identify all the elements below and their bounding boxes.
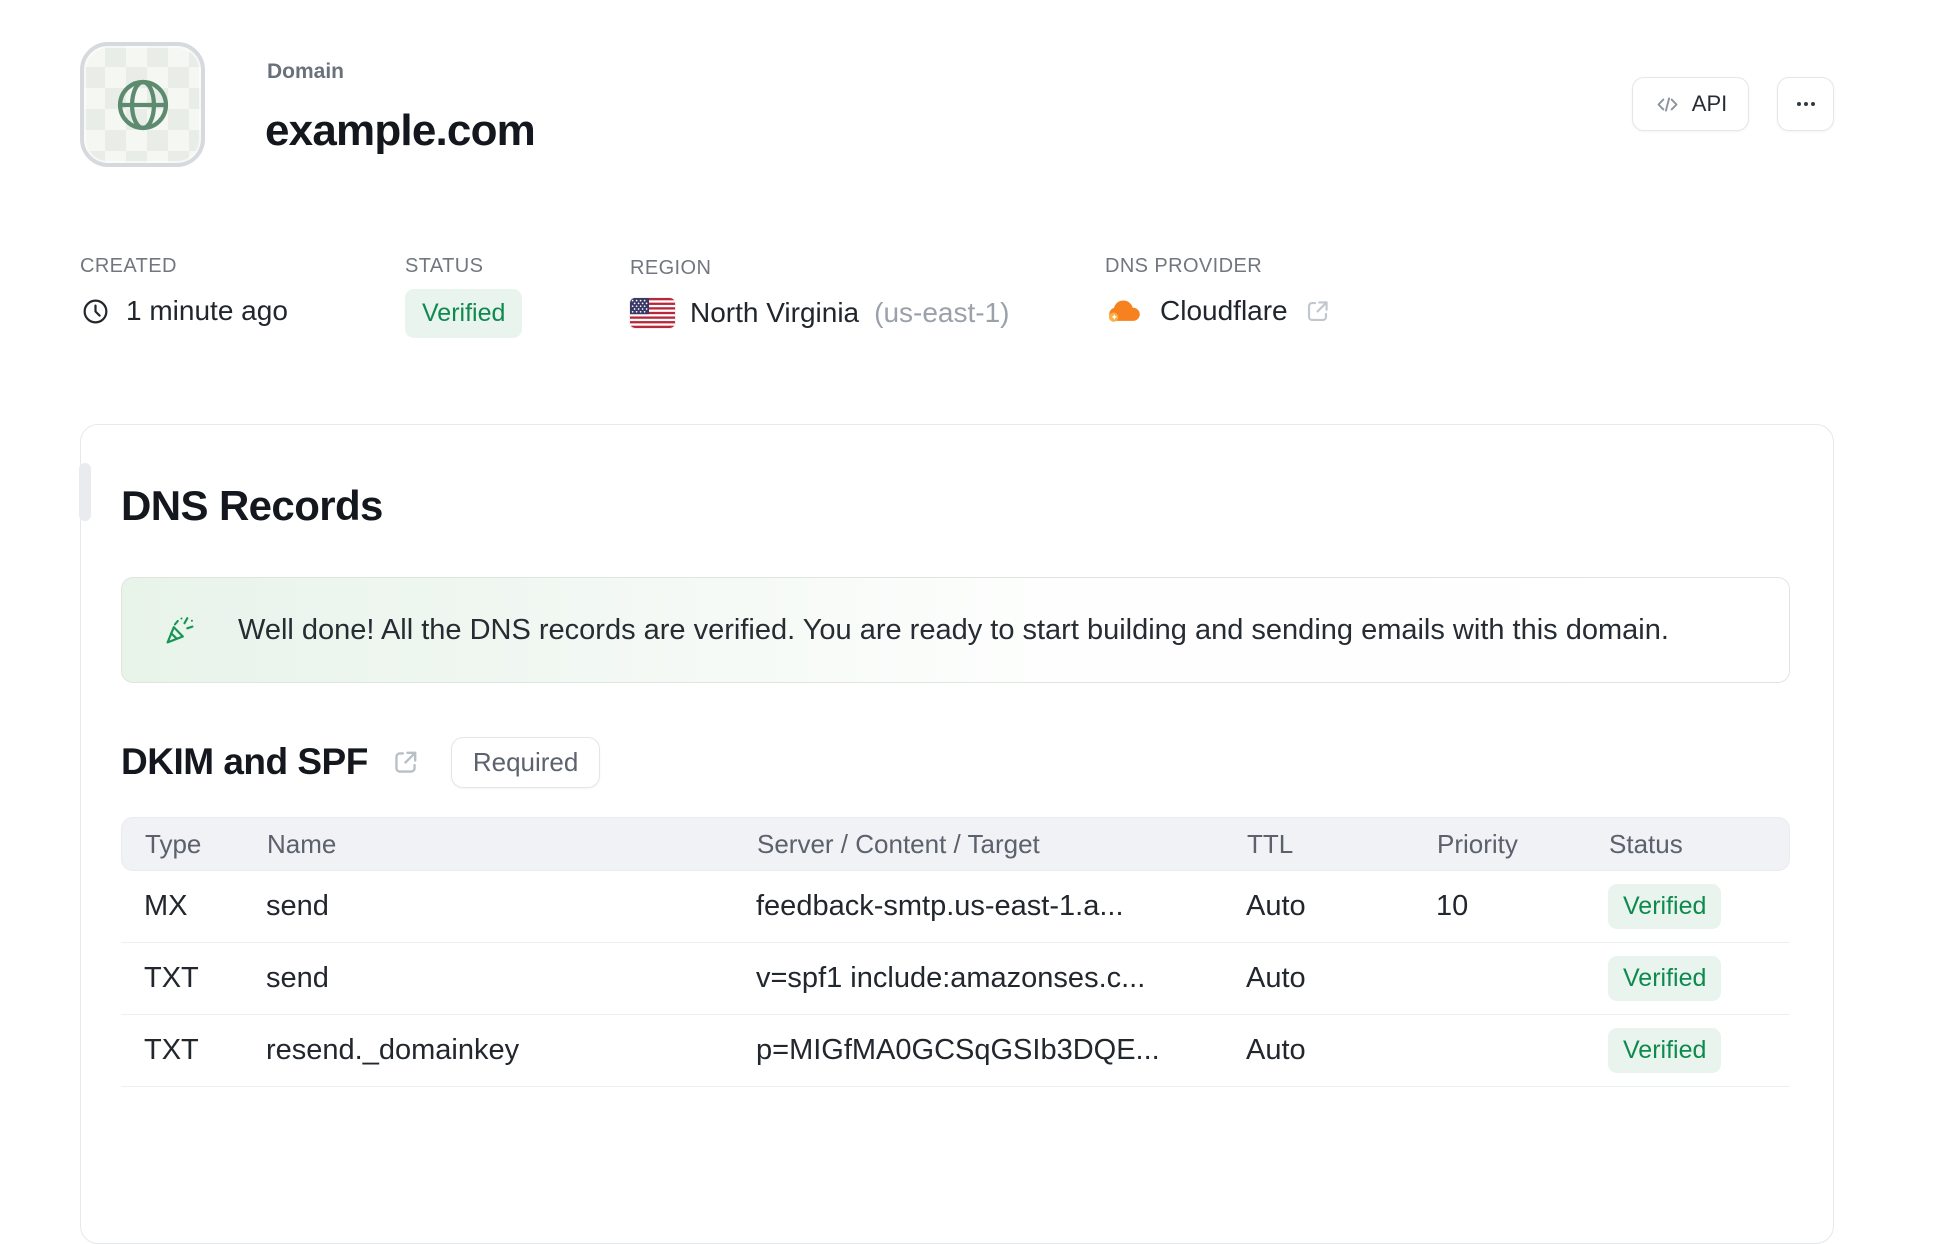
cell-ttl: Auto — [1246, 1034, 1306, 1066]
domain-favicon — [80, 42, 205, 167]
cell-type: MX — [144, 890, 188, 922]
dns-provider-value[interactable]: Cloudflare — [1105, 295, 1332, 327]
region-code: (us-east-1) — [874, 297, 1010, 328]
cell-priority: 10 — [1436, 890, 1469, 922]
success-banner: Well done! All the DNS records are verif… — [121, 577, 1790, 683]
api-button-label: API — [1691, 91, 1728, 116]
column-header-name: Name — [267, 828, 337, 859]
external-link-icon[interactable] — [1303, 297, 1332, 326]
ellipsis-icon — [1791, 89, 1821, 119]
meta-status: STATUS Verified — [405, 255, 523, 338]
cloudflare-icon — [1105, 297, 1145, 326]
region-label: REGION — [630, 257, 712, 279]
scrollbar-thumb[interactable] — [79, 463, 91, 521]
created-label: CREATED — [80, 255, 177, 277]
dns-records-card: DNS Records Well done! All the DNS recor… — [79, 424, 1834, 1244]
more-options-button[interactable] — [1777, 77, 1834, 131]
cell-ttl: Auto — [1246, 890, 1306, 922]
dns-records-table: Type Name Server / Content / Target TTL … — [121, 817, 1790, 1087]
us-flag-icon — [630, 298, 675, 328]
meta-dns-provider: DNS PROVIDER Cloudflare — [1105, 255, 1332, 327]
column-header-ttl: TTL — [1247, 828, 1294, 859]
status-badge: Verified — [1608, 1028, 1722, 1073]
code-icon — [1654, 91, 1681, 118]
dns-records-title: DNS Records — [121, 482, 383, 529]
status-badge: Verified — [1608, 956, 1722, 1001]
status-badge: Verified — [1608, 884, 1722, 929]
status-label: STATUS — [405, 255, 484, 277]
table-row[interactable]: TXT send v=spf1 include:amazonses.c... A… — [121, 943, 1790, 1015]
dns-provider-label: DNS PROVIDER — [1105, 255, 1263, 277]
dkim-spf-section-header: DKIM and SPF Required — [121, 736, 1790, 788]
table-row[interactable]: TXT resend._domainkey p=MIGfMA0GCSqGSIb3… — [121, 1015, 1790, 1087]
cell-type: TXT — [144, 1034, 199, 1066]
cell-content: v=spf1 include:amazonses.c... — [756, 962, 1146, 994]
column-header-content: Server / Content / Target — [757, 828, 1040, 859]
success-banner-message: Well done! All the DNS records are verif… — [238, 613, 1669, 646]
column-header-priority: Priority — [1437, 828, 1518, 859]
table-row[interactable]: MX send feedback-smtp.us-east-1.a... Aut… — [121, 871, 1790, 943]
status-badge: Verified — [405, 289, 523, 338]
meta-created: CREATED 1 minute ago — [80, 255, 288, 327]
dns-provider-name: Cloudflare — [1160, 295, 1288, 326]
column-header-status: Status — [1609, 828, 1683, 859]
cell-ttl: Auto — [1246, 962, 1306, 994]
cell-name: send — [266, 962, 329, 994]
external-link-icon[interactable] — [390, 747, 421, 778]
column-header-type: Type — [145, 828, 202, 859]
globe-icon — [111, 73, 175, 137]
region-name: North Virginia — [690, 297, 860, 328]
created-value: 1 minute ago — [126, 295, 288, 326]
dkim-spf-title: DKIM and SPF — [121, 741, 368, 782]
meta-region: REGION North Virginia (us-east-1) — [630, 257, 1010, 329]
clock-icon — [80, 296, 111, 327]
api-button[interactable]: API — [1632, 77, 1749, 131]
page-title: example.com — [265, 106, 536, 155]
cell-content: p=MIGfMA0GCSqGSIb3DQE... — [756, 1034, 1160, 1066]
page-eyebrow: Domain — [267, 60, 345, 83]
cell-content: feedback-smtp.us-east-1.a... — [756, 890, 1124, 922]
cell-name: send — [266, 890, 329, 922]
cell-type: TXT — [144, 962, 199, 994]
table-header-row: Type Name Server / Content / Target TTL … — [121, 817, 1790, 871]
required-badge: Required — [450, 736, 601, 788]
party-popper-icon — [162, 612, 198, 648]
cell-name: resend._domainkey — [266, 1034, 520, 1066]
